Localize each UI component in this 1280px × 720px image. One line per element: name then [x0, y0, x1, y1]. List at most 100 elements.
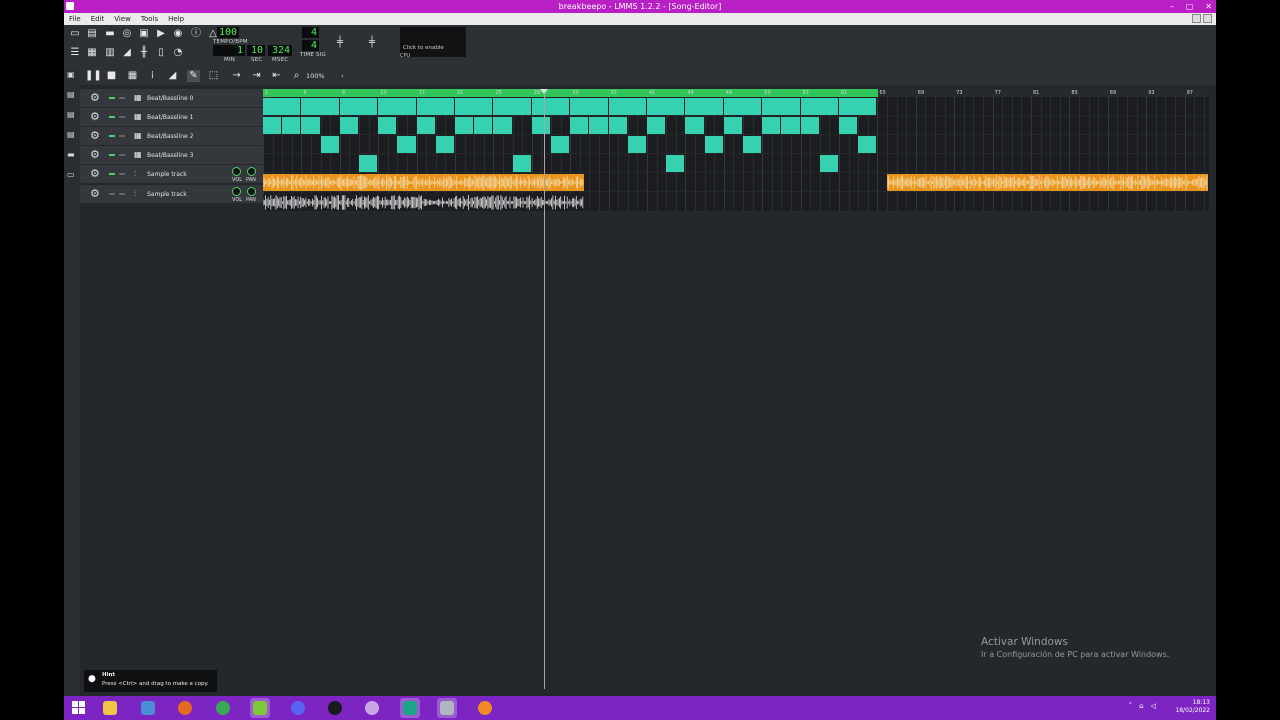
solo-button[interactable]	[119, 154, 125, 157]
playhead-line[interactable]	[544, 89, 545, 689]
timesig-numerator[interactable]: 4	[302, 27, 319, 38]
open-project-icon[interactable]: ▬	[104, 28, 116, 40]
pattern-block[interactable]	[320, 136, 340, 154]
track-name[interactable]: Beat/Bassline 0	[147, 89, 193, 108]
pattern-block[interactable]	[282, 117, 302, 135]
window-app-icon[interactable]	[437, 698, 457, 718]
mute-button[interactable]	[109, 192, 115, 195]
pattern-block[interactable]	[551, 136, 571, 154]
track-settings-gear-icon[interactable]: ⚙	[90, 92, 102, 104]
pan-knob[interactable]	[247, 186, 256, 196]
solo-button[interactable]	[119, 97, 125, 99]
obs-icon[interactable]	[325, 698, 345, 718]
track-header[interactable]: ⚙ ▦ Beat/Bassline 1	[80, 108, 263, 128]
pattern-block[interactable]	[570, 117, 590, 135]
piano-roll-icon[interactable]: ▥	[104, 47, 116, 59]
song-editor-icon[interactable]: ☰	[69, 47, 81, 59]
close-button[interactable]: ✕	[1205, 0, 1212, 13]
pattern-block[interactable]	[339, 98, 379, 115]
track-name[interactable]: Beat/Bassline 2	[147, 127, 193, 146]
track-header[interactable]: ⚙ ▦ Beat/Bassline 3	[80, 146, 263, 166]
pattern-block[interactable]	[474, 117, 494, 135]
pattern-block[interactable]	[819, 155, 839, 173]
pattern-block[interactable]	[627, 136, 647, 154]
export-icon[interactable]: ▶	[155, 28, 167, 40]
track-row[interactable]	[263, 154, 1209, 174]
solo-button[interactable]	[119, 173, 125, 176]
mute-button[interactable]	[109, 135, 115, 138]
system-tray-icons[interactable]: ˄ ⌂ ◁	[1129, 702, 1156, 710]
mute-button[interactable]	[109, 116, 115, 119]
my-home-icon[interactable]: ▬	[67, 150, 76, 159]
bird-app-icon[interactable]	[362, 698, 382, 718]
pan-knob[interactable]	[247, 167, 256, 177]
sample-clip[interactable]	[263, 193, 584, 211]
pattern-block[interactable]	[647, 98, 686, 115]
pattern-block[interactable]	[531, 117, 551, 135]
track-header[interactable]: ⚙ ▦ Beat/Bassline 2	[80, 127, 263, 147]
pattern-block[interactable]	[416, 117, 436, 135]
draw-mode-button[interactable]: ✎	[187, 70, 200, 82]
track-name[interactable]: Sample track	[147, 165, 187, 184]
pattern-block[interactable]	[570, 98, 609, 115]
master-volume-slider[interactable]: ╪	[334, 37, 346, 49]
my-presets-icon[interactable]: ▤	[67, 130, 76, 139]
master-pitch-slider[interactable]: ╪	[366, 37, 378, 49]
pattern-block[interactable]	[762, 98, 801, 115]
pattern-block[interactable]	[378, 98, 417, 115]
playhead-marker[interactable]	[540, 89, 548, 94]
fl-studio-icon[interactable]	[475, 698, 495, 718]
zoom-select[interactable]: 100% ‹	[306, 70, 344, 82]
add-automation-track-button[interactable]: ◢	[166, 70, 179, 82]
pattern-block[interactable]	[263, 117, 283, 135]
pattern-block[interactable]	[839, 117, 859, 135]
pattern-block[interactable]	[493, 98, 532, 115]
pattern-block[interactable]	[589, 117, 609, 135]
volume-knob[interactable]	[232, 167, 241, 177]
recent-projects-icon[interactable]: ◎	[121, 28, 133, 40]
pattern-block[interactable]	[704, 136, 724, 154]
solo-button[interactable]	[119, 135, 125, 138]
sample-clip[interactable]	[887, 174, 1208, 192]
new-project-icon[interactable]: ▭	[69, 28, 81, 40]
track-header[interactable]: ⚙ ⫶ Sample track VOL PAN	[80, 184, 263, 204]
lmms-taskbar-icon[interactable]	[250, 698, 270, 718]
solo-button[interactable]	[119, 192, 125, 195]
volume-icon[interactable]: ◁	[1151, 702, 1156, 710]
track-name[interactable]: Sample track	[147, 185, 187, 204]
project-notes-icon[interactable]: ▯	[155, 47, 167, 59]
loop-points-button[interactable]: ⇥	[250, 70, 263, 82]
pattern-block[interactable]	[378, 117, 398, 135]
pattern-block[interactable]	[647, 117, 667, 135]
instrument-plugins-icon[interactable]: ▣	[67, 70, 76, 79]
pattern-block[interactable]	[685, 98, 724, 115]
play-pause-button[interactable]: ❚❚	[85, 70, 102, 82]
my-projects-icon[interactable]: ▤	[67, 90, 76, 99]
menu-help[interactable]: Help	[163, 15, 189, 23]
pattern-block[interactable]	[723, 117, 743, 135]
pattern-block[interactable]	[800, 98, 839, 115]
edit-mode-button[interactable]: ⬚	[207, 70, 220, 82]
discord-icon[interactable]	[288, 698, 308, 718]
mdi-restore-button[interactable]	[1192, 14, 1201, 23]
pattern-block[interactable]	[301, 98, 340, 115]
file-explorer-icon[interactable]	[100, 698, 120, 718]
track-settings-gear-icon[interactable]: ⚙	[90, 187, 102, 200]
pattern-block[interactable]	[781, 117, 801, 135]
track-settings-gear-icon[interactable]: ⚙	[90, 111, 102, 123]
lmms-app-icon[interactable]	[66, 2, 74, 10]
menu-tools[interactable]: Tools	[136, 15, 163, 23]
song-editor-grid[interactable]	[263, 97, 1209, 212]
pattern-block[interactable]	[512, 155, 532, 173]
stop-button[interactable]: ■	[105, 70, 118, 82]
menu-edit[interactable]: Edit	[86, 15, 110, 23]
track-header[interactable]: ⚙ ⫶ Sample track VOL PAN	[80, 165, 263, 185]
controller-rack-icon[interactable]: ◔	[172, 47, 184, 59]
solo-button[interactable]	[119, 116, 125, 119]
pattern-block[interactable]	[608, 117, 628, 135]
firefox-icon[interactable]	[175, 698, 195, 718]
my-samples-icon[interactable]: ▤	[67, 110, 76, 119]
pattern-block[interactable]	[301, 117, 321, 135]
add-sample-track-button[interactable]: ⁞	[146, 70, 159, 82]
pattern-block[interactable]	[416, 98, 455, 115]
